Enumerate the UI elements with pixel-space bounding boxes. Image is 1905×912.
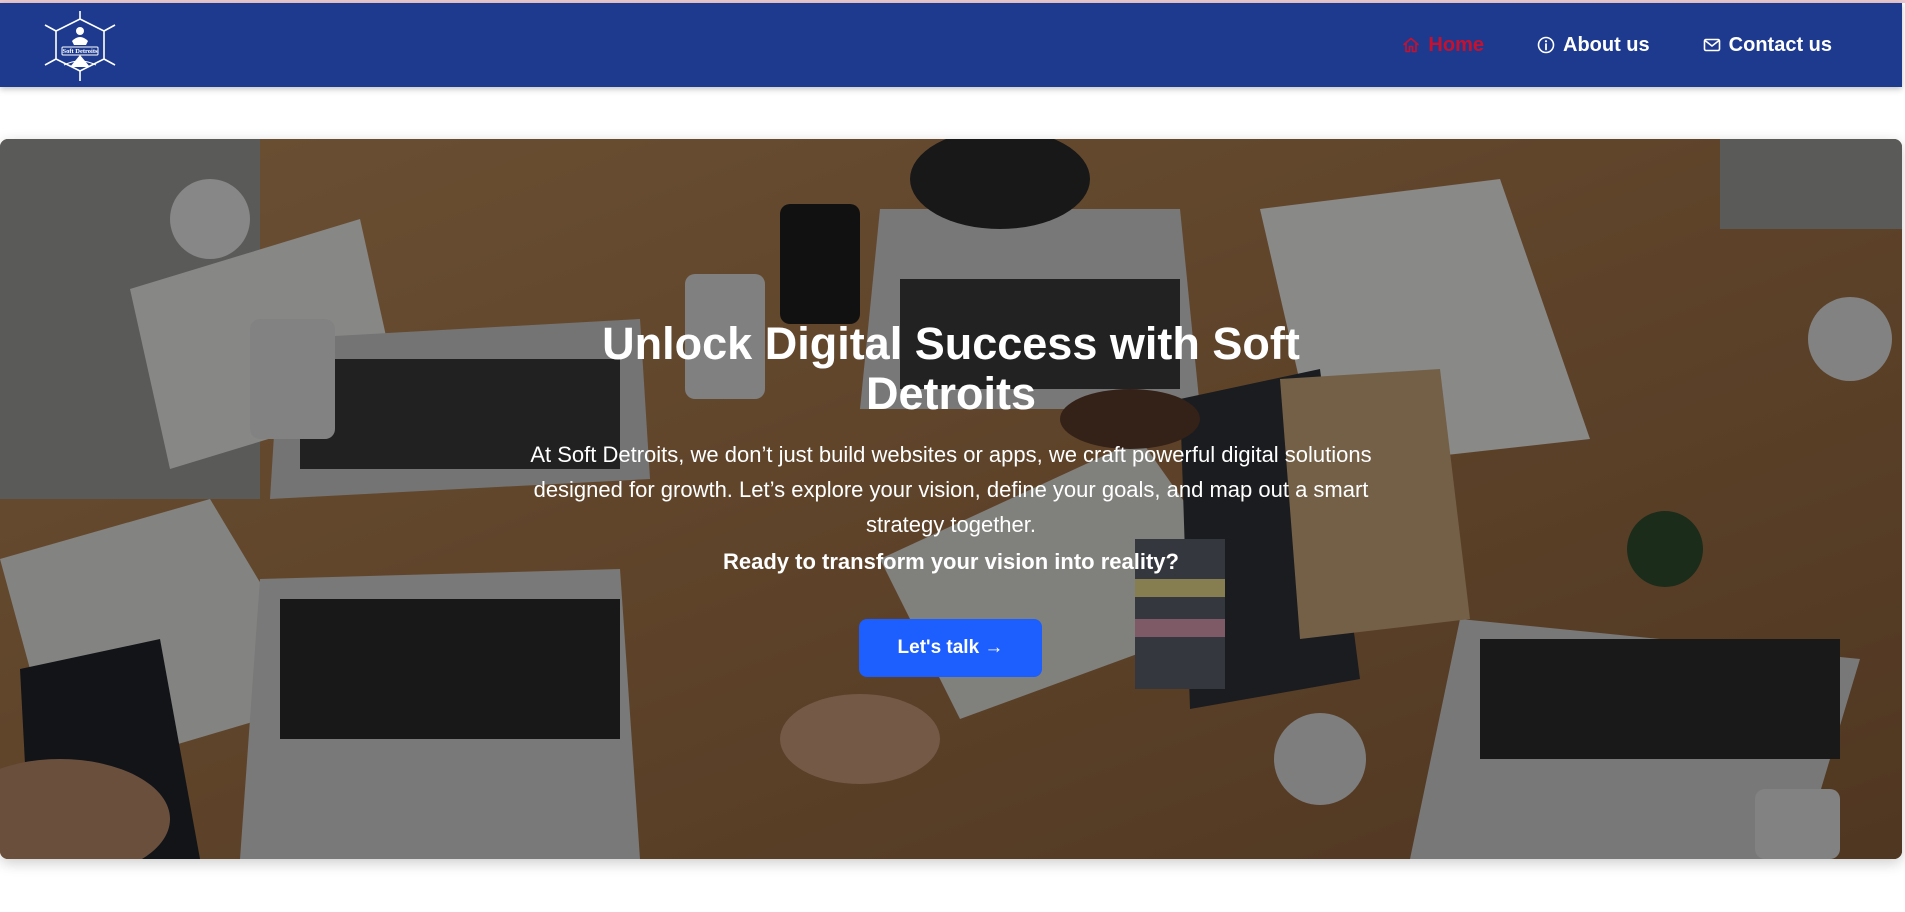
nav-item-label: Contact us [1728,33,1832,56]
logo-text: Soft Detroits [62,48,98,55]
hero-content: Unlock Digital Success with Soft Detroit… [0,139,1902,859]
navbar: Soft Detroits Home About us Contact us [0,3,1902,87]
hero-cta-text: Ready to transform your vision into real… [723,549,1179,574]
nav-item-home[interactable]: Home [1401,34,1484,57]
hero-description: At Soft Detroits, we don’t just build we… [530,442,1372,537]
nav-item-label: Home [1428,33,1484,56]
logo-mark-icon [44,11,116,81]
hero-section: Unlock Digital Success with Soft Detroit… [0,139,1902,859]
nav-item-contact[interactable]: Contact us [1702,34,1832,57]
nav-item-label: About us [1563,33,1650,56]
nav-item-about[interactable]: About us [1536,34,1650,57]
lets-talk-button[interactable]: Let's talk → [859,619,1042,677]
info-icon [1537,36,1555,54]
home-icon [1403,37,1420,53]
nav-links: Home About us Contact us [1401,3,1832,87]
hero-title: Unlock Digital Success with Soft Detroit… [602,318,1300,419]
logo[interactable]: Soft Detroits [40,11,120,81]
mail-icon [1703,38,1720,52]
